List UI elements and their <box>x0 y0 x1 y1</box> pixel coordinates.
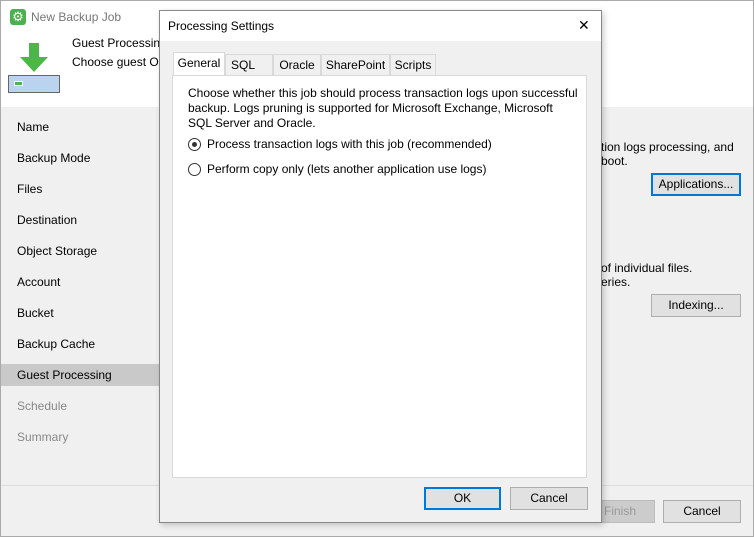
radio-copy-only[interactable] <box>188 163 201 176</box>
dialog-title-bar: Processing Settings ✕ <box>160 11 601 41</box>
description-line: SQL Server and Oracle. <box>188 116 316 130</box>
radio-process-logs[interactable] <box>188 138 201 151</box>
tab-sql[interactable]: SQL <box>225 54 273 75</box>
ok-button[interactable]: OK <box>424 487 501 510</box>
radio-label[interactable]: Perform copy only (lets another applicat… <box>207 162 486 176</box>
veeam-gear-icon: ⚙ <box>10 9 26 25</box>
window-title: New Backup Job <box>31 10 122 24</box>
dialog-cancel-button[interactable]: Cancel <box>510 487 588 510</box>
tab-scripts[interactable]: Scripts <box>390 54 436 75</box>
main-text-1: tion logs processing, and boot. <box>601 140 734 168</box>
description: Choose whether this job should process t… <box>188 86 578 131</box>
nav-item-bucket[interactable]: Bucket <box>1 302 159 324</box>
nav-item-object-storage[interactable]: Object Storage <box>1 240 159 262</box>
text-line: tion logs processing, and <box>601 140 734 154</box>
radio-label[interactable]: Process transaction logs with this job (… <box>207 137 492 151</box>
wizard-nav: Name Backup Mode Files Destination Objec… <box>1 107 159 485</box>
nav-item-backup-mode[interactable]: Backup Mode <box>1 147 159 169</box>
nav-item-backup-cache[interactable]: Backup Cache <box>1 333 159 355</box>
text-line: eries. <box>601 275 631 289</box>
text-line: boot. <box>601 154 628 168</box>
processing-settings-dialog: Processing Settings ✕ General SQL Oracle… <box>159 10 602 523</box>
close-icon[interactable]: ✕ <box>578 17 590 34</box>
header-title: Guest Processing <box>72 36 167 50</box>
indexing-button[interactable]: Indexing... <box>651 294 741 317</box>
applications-button[interactable]: Applications... <box>651 173 741 196</box>
description-line: backup. Logs pruning is supported for Mi… <box>188 101 553 115</box>
text-line: of individual files. <box>601 261 693 275</box>
nav-item-destination[interactable]: Destination <box>1 209 159 231</box>
nav-item-files[interactable]: Files <box>1 178 159 200</box>
description-line: Choose whether this job should process t… <box>188 86 578 100</box>
main-text-2: of individual files. eries. <box>601 261 692 289</box>
download-arrow-icon <box>20 43 48 72</box>
tab-panel: Choose whether this job should process t… <box>172 75 587 478</box>
nav-item-guest-processing[interactable]: Guest Processing <box>1 364 159 386</box>
tab-sharepoint[interactable]: SharePoint <box>321 54 390 75</box>
tab-general[interactable]: General <box>173 52 225 76</box>
nav-item-account[interactable]: Account <box>1 271 159 293</box>
cancel-button[interactable]: Cancel <box>663 500 741 523</box>
nav-item-schedule: Schedule <box>17 399 68 413</box>
dialog-title: Processing Settings <box>168 19 275 33</box>
nav-item-summary: Summary <box>17 430 69 444</box>
tab-oracle[interactable]: Oracle <box>273 54 321 75</box>
storage-icon <box>8 75 60 93</box>
nav-item-name[interactable]: Name <box>1 116 159 138</box>
